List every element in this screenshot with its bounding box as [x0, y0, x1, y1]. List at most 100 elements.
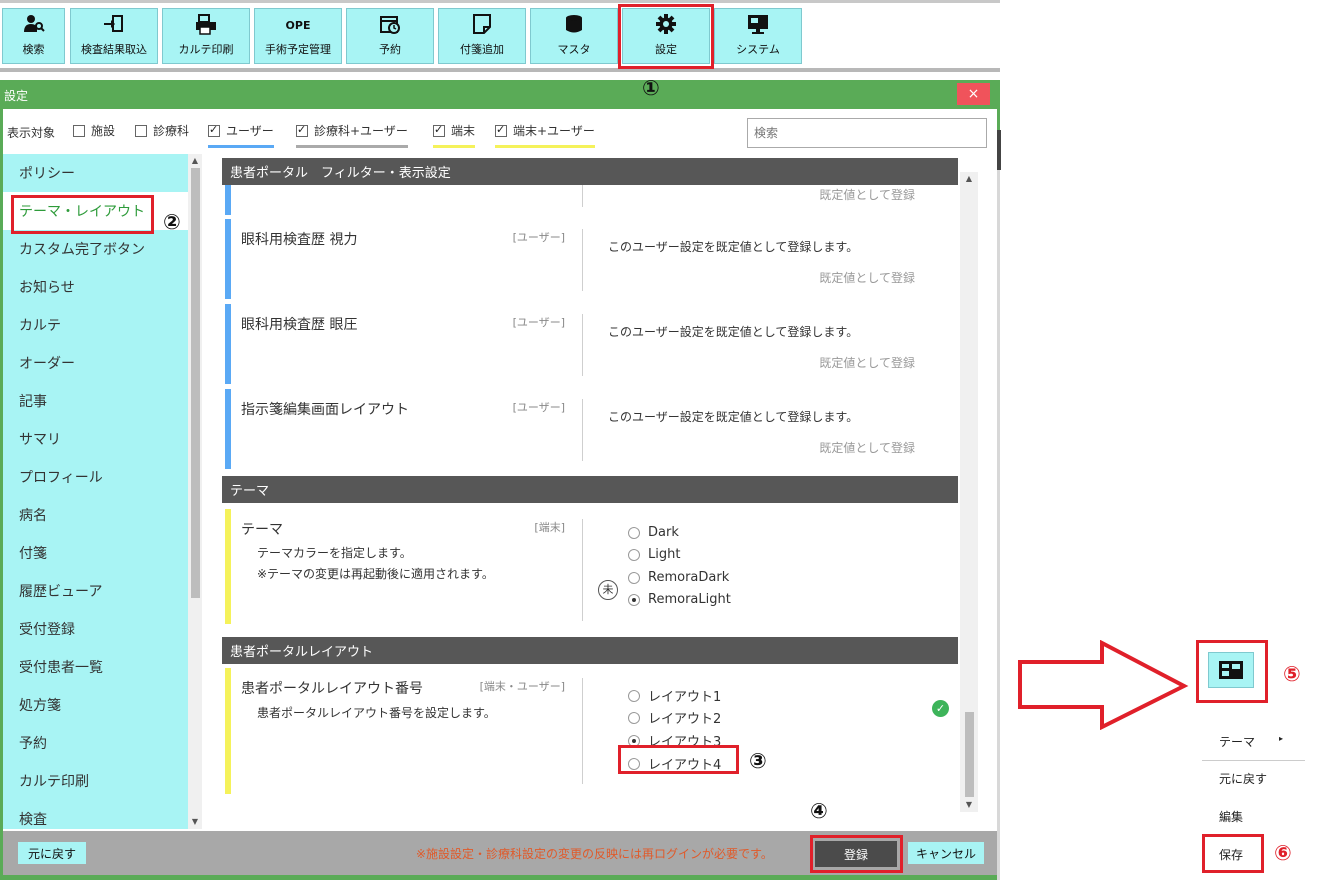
theme-option-light[interactable]: Light	[628, 547, 680, 562]
sidebar-item-exam[interactable]: 検査	[3, 800, 188, 829]
scope-bar-user	[225, 219, 231, 299]
register-default-link[interactable]: 既定値として登録	[819, 354, 915, 371]
scope-bar-user	[225, 304, 231, 384]
sidebar-item-profile[interactable]: プロフィール	[3, 458, 188, 496]
setting-row-portal-layout: 患者ポータルレイアウト番号 [端末・ユーザー] 患者ポータルレイアウト番号を設定…	[222, 668, 958, 794]
content-scroll-thumb[interactable]	[965, 712, 974, 797]
scroll-up-icon[interactable]: ▲	[960, 172, 978, 186]
radio-icon	[628, 689, 640, 702]
setting-name: 眼科用検査歴 視力	[241, 232, 358, 248]
sidebar-item-chart-print[interactable]: カルテ印刷	[3, 762, 188, 800]
section-header-portal-filter: 患者ポータル フィルター・表示設定	[222, 158, 958, 185]
setting-name: 患者ポータルレイアウト番号	[241, 681, 423, 697]
toolbar-search-button[interactable]: 検索	[2, 8, 65, 64]
filter-facility[interactable]: 施設	[73, 122, 115, 145]
sidebar: ポリシー テーマ・レイアウト カスタム完了ボタン お知らせ カルテ オーダー 記…	[3, 154, 188, 829]
theme-option-dark[interactable]: Dark	[628, 525, 679, 540]
toolbar-sticky-note-button[interactable]: 付箋追加	[438, 8, 526, 64]
toolbar-top-line	[0, 0, 1000, 3]
setting-description: このユーザー設定を既定値として登録します。	[608, 410, 859, 424]
monitor-icon	[747, 13, 769, 35]
layout-option-1[interactable]: レイアウト1	[628, 686, 721, 705]
sidebar-item-label: カルテ	[19, 318, 61, 334]
sidebar-item-label: 履歴ビューア	[19, 584, 103, 600]
content-scrollbar[interactable]: ▲ ▼	[960, 172, 978, 812]
sidebar-item-order[interactable]: オーダー	[3, 344, 188, 382]
toolbar-bottom-line	[0, 68, 1000, 72]
setting-row-eye-pressure: 眼科用検査歴 眼圧 [ユーザー] このユーザー設定を既定値として登録します。 既…	[222, 304, 958, 384]
sidebar-item-label: 処方箋	[19, 698, 61, 714]
sidebar-item-article[interactable]: 記事	[3, 382, 188, 420]
revert-button[interactable]: 元に戻す	[18, 842, 86, 864]
toolbar-reservation-button[interactable]: 予約	[346, 8, 434, 64]
user-search-icon	[23, 13, 45, 35]
radio-label: レイアウト1	[648, 690, 722, 705]
sidebar-item-history-viewer[interactable]: 履歴ビューア	[3, 572, 188, 610]
filter-terminal-user[interactable]: 端末+ユーザー	[495, 122, 595, 148]
theme-option-remora-dark[interactable]: RemoraDark	[628, 570, 729, 585]
cancel-button[interactable]: キャンセル	[908, 842, 984, 864]
radio-selected-icon	[628, 593, 640, 606]
check-icon: ✓	[932, 700, 949, 717]
dialog-title: 設定	[4, 89, 29, 103]
import-icon	[103, 13, 125, 35]
sidebar-item-disease[interactable]: 病名	[3, 496, 188, 534]
toolbar-import-results-button[interactable]: 検査結果取込	[70, 8, 158, 64]
checkbox-checked-icon	[433, 123, 445, 137]
menu-item-save[interactable]: 保存	[1219, 846, 1243, 863]
step-1-marker: ①	[642, 76, 660, 100]
sidebar-item-notices[interactable]: お知らせ	[3, 268, 188, 306]
step-3-marker: ③	[749, 749, 767, 773]
close-button[interactable]: ×	[957, 83, 990, 105]
unset-icon: 未	[598, 580, 618, 600]
scroll-down-icon[interactable]: ▼	[960, 798, 978, 812]
section-title: 患者ポータル フィルター・表示設定	[230, 166, 451, 181]
highlight-settings	[618, 4, 714, 69]
database-icon	[563, 13, 585, 35]
filter-user[interactable]: ユーザー	[208, 122, 274, 148]
scroll-up-icon[interactable]: ▲	[188, 154, 202, 168]
sidebar-item-sticky[interactable]: 付箋	[3, 534, 188, 572]
sidebar-item-prescription[interactable]: 処方箋	[3, 686, 188, 724]
toolbar-chart-print-button[interactable]: カルテ印刷	[162, 8, 250, 64]
toolbar-master-label: マスタ	[557, 43, 591, 56]
sidebar-scroll-thumb[interactable]	[191, 168, 200, 598]
step-5-marker: ⑤	[1283, 662, 1301, 686]
filter-department-user[interactable]: 診療科+ユーザー	[296, 122, 408, 148]
register-default-link[interactable]: 既定値として登録	[819, 186, 915, 203]
sidebar-item-reception[interactable]: 受付登録	[3, 610, 188, 648]
search-input[interactable]	[747, 118, 987, 148]
sidebar-item-reservation[interactable]: 予約	[3, 724, 188, 762]
setting-description: このユーザー設定を既定値として登録します。	[608, 325, 859, 339]
sidebar-item-summary[interactable]: サマリ	[3, 420, 188, 458]
setting-row-partial: 既定値として登録	[222, 185, 958, 215]
register-default-link[interactable]: 既定値として登録	[819, 439, 915, 456]
menu-item-edit[interactable]: 編集	[1219, 808, 1243, 825]
section-header-theme: テーマ	[222, 476, 958, 503]
filter-department[interactable]: 診療科	[135, 122, 189, 145]
layout-menu-button[interactable]	[1208, 652, 1254, 688]
menu-item-revert[interactable]: 元に戻す	[1219, 770, 1267, 787]
divider	[582, 185, 583, 207]
radio-icon	[628, 548, 640, 561]
register-default-link[interactable]: 既定値として登録	[819, 269, 915, 286]
toolbar-surgery-schedule-button[interactable]: OPE 手術予定管理	[254, 8, 342, 64]
scroll-down-icon[interactable]: ▼	[188, 815, 202, 829]
sidebar-scrollbar[interactable]: ▲ ▼	[188, 154, 202, 829]
toolbar-master-button[interactable]: マスタ	[530, 8, 618, 64]
sidebar-item-reception-list[interactable]: 受付患者一覧	[3, 648, 188, 686]
sidebar-item-policy[interactable]: ポリシー	[3, 154, 188, 192]
menu-item-theme[interactable]: テーマ ▸	[1219, 733, 1283, 750]
layout-option-2[interactable]: レイアウト2	[628, 708, 721, 727]
sidebar-item-chart[interactable]: カルテ	[3, 306, 188, 344]
checkbox-icon	[135, 124, 147, 137]
setting-description: テーマカラーを指定します。	[257, 546, 412, 560]
sidebar-item-custom-complete-button[interactable]: カスタム完了ボタン	[3, 230, 188, 268]
scope-tag: [端末・ユーザー]	[479, 680, 565, 693]
toolbar-system-button[interactable]: システム	[714, 8, 802, 64]
setting-row-instruction-layout: 指示箋編集画面レイアウト [ユーザー] このユーザー設定を既定値として登録します…	[222, 389, 958, 469]
filter-user-label: ユーザー	[226, 124, 274, 138]
filter-terminal[interactable]: 端末	[433, 122, 476, 148]
step-6-marker: ⑥	[1274, 841, 1292, 865]
theme-option-remora-light[interactable]: RemoraLight	[628, 592, 731, 607]
